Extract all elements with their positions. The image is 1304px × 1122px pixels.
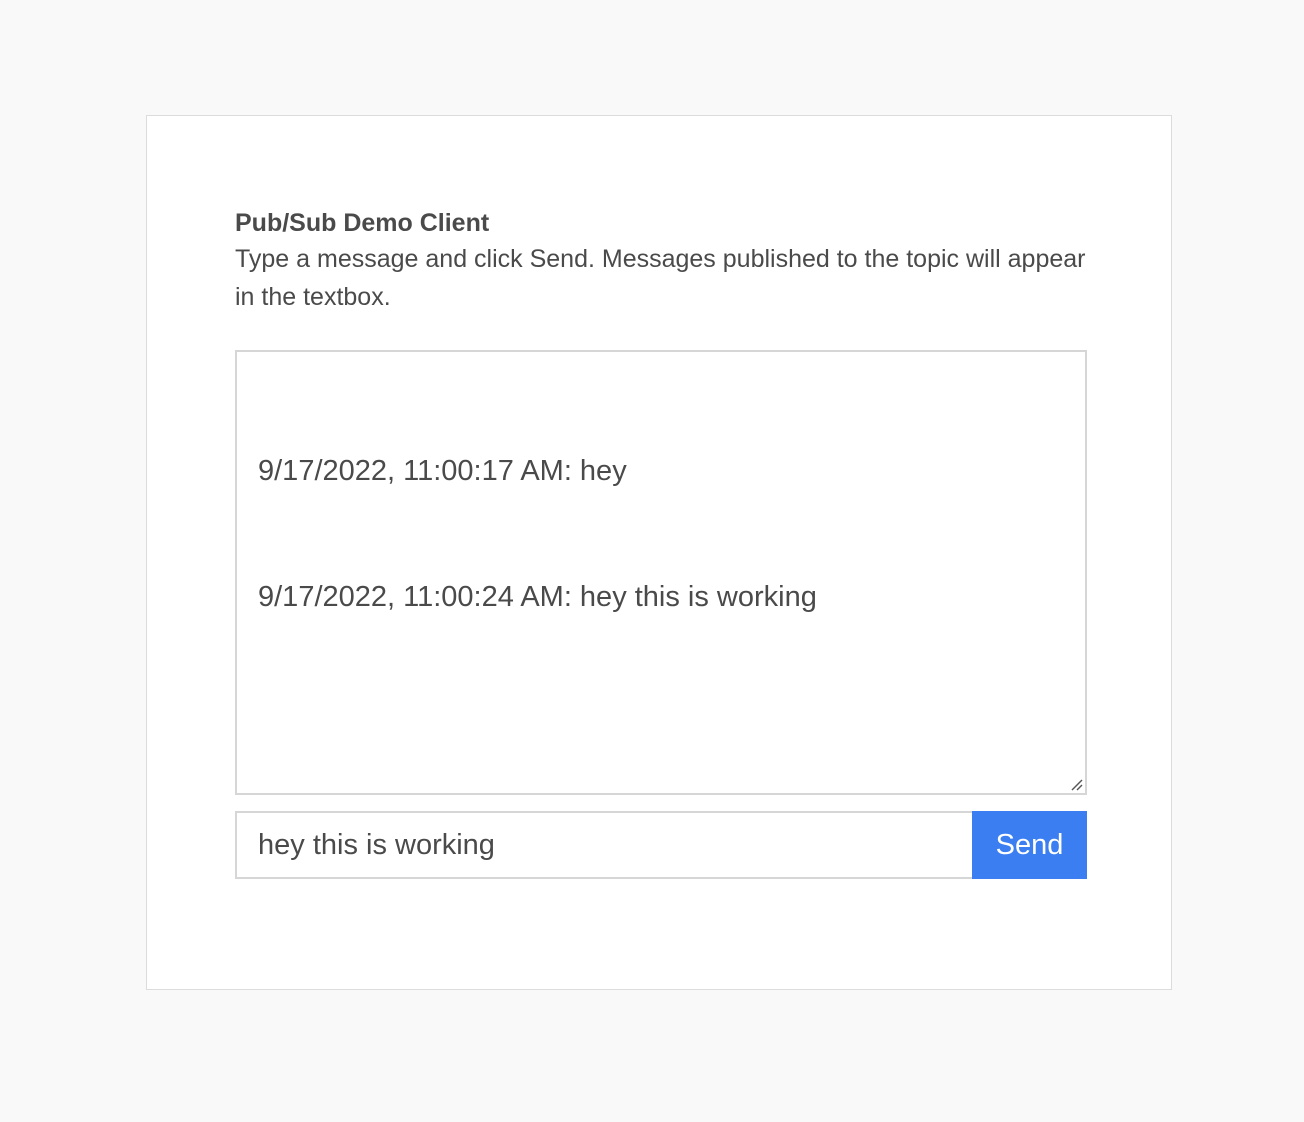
message-line: 9/17/2022, 11:00:17 AM: hey — [258, 455, 627, 487]
compose-row: Send — [235, 811, 1087, 879]
message-line: 9/17/2022, 11:00:24 AM: hey this is work… — [258, 581, 817, 613]
messages-log: 9/17/2022, 11:00:17 AM: hey 9/17/2022, 1… — [237, 352, 1085, 716]
client-card: Pub/Sub Demo Client Type a message and c… — [146, 115, 1172, 990]
resize-handle-icon[interactable] — [1069, 777, 1083, 791]
message-input[interactable] — [235, 811, 972, 879]
page-description: Type a message and click Send. Messages … — [235, 245, 1086, 311]
send-button[interactable]: Send — [972, 811, 1087, 879]
messages-textbox[interactable]: 9/17/2022, 11:00:17 AM: hey 9/17/2022, 1… — [235, 350, 1087, 795]
page-title: Pub/Sub Demo Client — [235, 209, 490, 237]
client-content: Pub/Sub Demo Client Type a message and c… — [235, 206, 1087, 879]
